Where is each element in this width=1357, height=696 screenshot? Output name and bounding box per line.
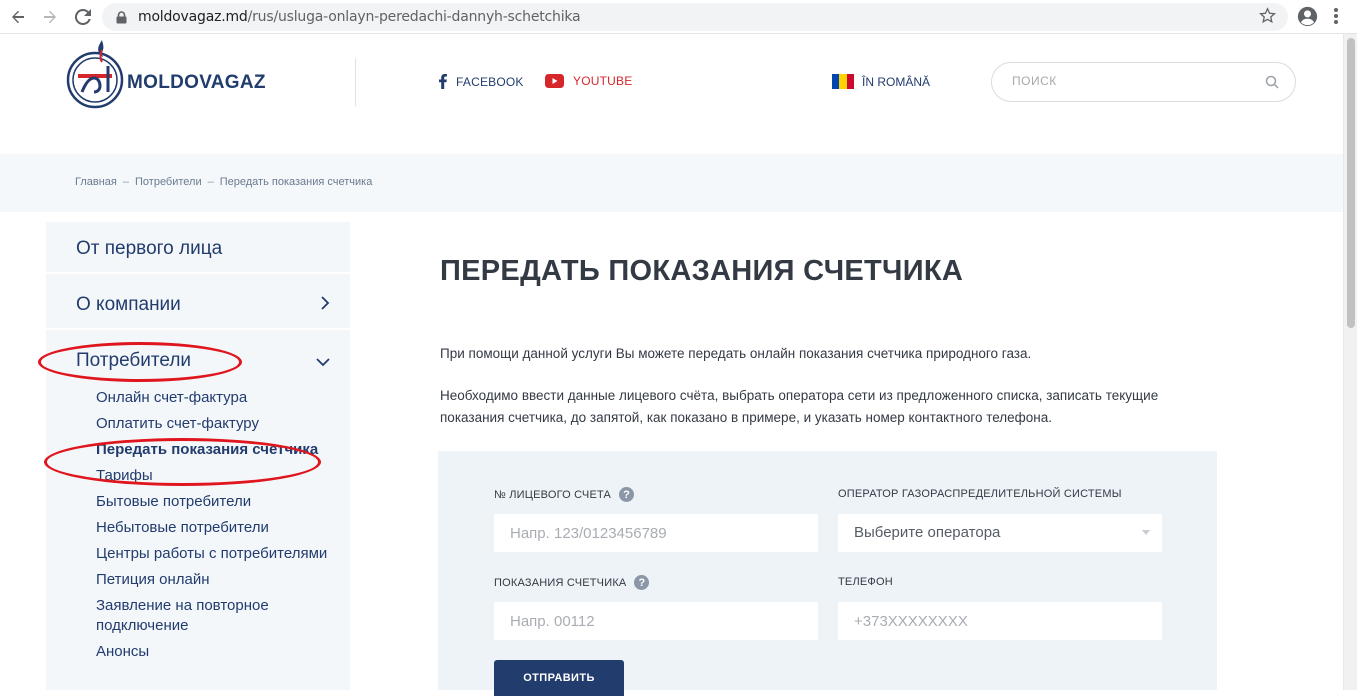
account-number-label-text: № ЛИЦЕВОГО СЧЕТА	[494, 488, 612, 501]
url-domain: moldovagaz.md	[138, 9, 248, 25]
facebook-link[interactable]: FACEBOOK	[439, 74, 524, 89]
site-logo[interactable]: MOLDOVAGAZ	[64, 36, 294, 114]
phone-label: ТЕЛЕФОН	[838, 576, 893, 588]
breadcrumb-band: Главная – Потребители – Передать показан…	[0, 154, 1343, 212]
submenu-item-announcements[interactable]: Анонсы	[96, 642, 336, 662]
logo-text: MOLDOVAGAZ	[127, 72, 266, 93]
sidebar-item-first-person[interactable]: От первого лица	[46, 222, 350, 274]
page-scrollbar[interactable]	[1343, 34, 1357, 690]
sidebar-item-label: Потребители	[76, 350, 192, 371]
operator-select[interactable]: Выберите оператора	[838, 514, 1162, 552]
account-icon[interactable]	[1297, 6, 1318, 32]
help-icon[interactable]: ?	[619, 487, 635, 502]
youtube-icon	[545, 74, 564, 88]
site-header: MOLDOVAGAZ FACEBOOK YOUTUBE ÎN ROMÂNĂ	[0, 34, 1343, 154]
chevron-down-icon	[316, 354, 330, 372]
submenu-item-submit-meter-reading[interactable]: Передать показания счетчика	[96, 440, 336, 460]
breadcrumb-home[interactable]: Главная	[75, 176, 117, 188]
forward-button[interactable]	[38, 5, 62, 29]
facebook-label: FACEBOOK	[456, 74, 524, 89]
youtube-label: YOUTUBE	[573, 74, 633, 88]
sidebar-nav: От первого лица О компании Потребители О…	[46, 222, 350, 690]
lock-icon	[116, 11, 127, 29]
sidebar-item-label: О компании	[76, 294, 181, 315]
sidebar-item-about-company[interactable]: О компании	[46, 278, 350, 330]
chevron-right-icon	[320, 296, 330, 315]
url-path: /rus/usluga-onlayn-peredachi-dannyh-sche…	[247, 9, 581, 25]
phone-input[interactable]	[838, 602, 1162, 640]
breadcrumb: Главная – Потребители – Передать показан…	[75, 176, 372, 188]
search-input[interactable]	[1012, 74, 1252, 88]
site-search	[991, 62, 1296, 102]
operator-label: ОПЕРАТОР ГАЗОРАСПРЕДЕЛИТЕЛЬНОЙ СИСТЕМЫ	[838, 488, 1122, 500]
moldovagaz-logo-icon	[66, 40, 124, 109]
meter-reading-label: ПОКАЗАНИЯ СЧЕТЧИКА ?	[494, 575, 650, 590]
submenu-item-household-consumers[interactable]: Бытовые потребители	[96, 492, 336, 512]
meter-reading-label-text: ПОКАЗАНИЯ СЧЕТЧИКА	[494, 576, 627, 589]
moldova-flag-icon	[832, 74, 854, 89]
facebook-icon	[439, 74, 447, 89]
submenu-item-tariffs[interactable]: Тарифы	[96, 466, 336, 486]
consumers-submenu: Онлайн счет-фактура Оплатить счет-фактур…	[96, 388, 336, 668]
breadcrumb-current: Передать показания счетчика	[219, 176, 373, 188]
sidebar-item-label: От первого лица	[76, 238, 223, 259]
browser-toolbar: moldovagaz.md/rus/usluga-onlayn-peredach…	[0, 0, 1357, 34]
submenu-item-online-petition[interactable]: Петиция онлайн	[96, 570, 336, 590]
submit-button[interactable]: ОТПРАВИТЬ	[494, 660, 624, 696]
operator-label-text: ОПЕРАТОР ГАЗОРАСПРЕДЕЛИТЕЛЬНОЙ СИСТЕМЫ	[838, 488, 1122, 500]
submenu-item-pay-invoice[interactable]: Оплатить счет-фактуру	[96, 414, 336, 434]
language-switch[interactable]: ÎN ROMÂNĂ	[832, 74, 930, 89]
search-icon[interactable]	[1265, 75, 1279, 94]
submenu-item-non-household-consumers[interactable]: Небытовые потребители	[96, 518, 336, 538]
submenu-item-online-invoice[interactable]: Онлайн счет-фактура	[96, 388, 336, 408]
submenu-item-reconnection-request[interactable]: Заявление на повторное подключение	[96, 596, 336, 636]
more-menu-icon[interactable]	[1333, 7, 1339, 30]
breadcrumb-separator: –	[207, 176, 214, 188]
account-number-input[interactable]	[494, 514, 818, 552]
back-button[interactable]	[6, 5, 30, 29]
scrollbar-thumb[interactable]	[1347, 38, 1355, 328]
breadcrumb-separator: –	[122, 176, 129, 188]
url-text: moldovagaz.md/rus/usluga-onlayn-peredach…	[138, 9, 581, 25]
breadcrumb-consumers[interactable]: Потребители	[135, 176, 202, 188]
dropdown-arrow-icon	[1142, 530, 1150, 535]
header-divider	[355, 58, 356, 106]
sidebar-item-consumers[interactable]: Потребители	[46, 334, 350, 386]
instructions-text: Необходимо ввести данные лицевого счёта,…	[440, 388, 1159, 425]
phone-label-text: ТЕЛЕФОН	[838, 576, 893, 588]
arrow-right-icon	[44, 10, 56, 24]
meter-reading-input[interactable]	[494, 602, 818, 640]
meter-reading-form: № ЛИЦЕВОГО СЧЕТА ? ОПЕРАТОР ГАЗОРАСПРЕДЕ…	[438, 451, 1217, 696]
reload-button[interactable]	[71, 5, 95, 29]
help-icon[interactable]: ?	[634, 575, 650, 590]
account-number-label: № ЛИЦЕВОГО СЧЕТА ?	[494, 487, 635, 502]
language-label: ÎN ROMÂNĂ	[862, 74, 931, 89]
submenu-item-service-centers[interactable]: Центры работы с потребителями	[96, 544, 336, 564]
address-bar[interactable]: moldovagaz.md/rus/usluga-onlayn-peredach…	[102, 3, 1288, 31]
star-icon[interactable]	[1259, 7, 1276, 29]
youtube-link[interactable]: YOUTUBE	[545, 74, 632, 88]
reload-icon	[75, 9, 91, 25]
arrow-left-icon	[12, 10, 24, 24]
page-title: ПЕРЕДАТЬ ПОКАЗАНИЯ СЧЕТЧИКА	[440, 255, 964, 287]
intro-text: При помощи данной услуги Вы можете перед…	[440, 346, 1032, 361]
operator-select-value: Выберите оператора	[854, 524, 1001, 541]
